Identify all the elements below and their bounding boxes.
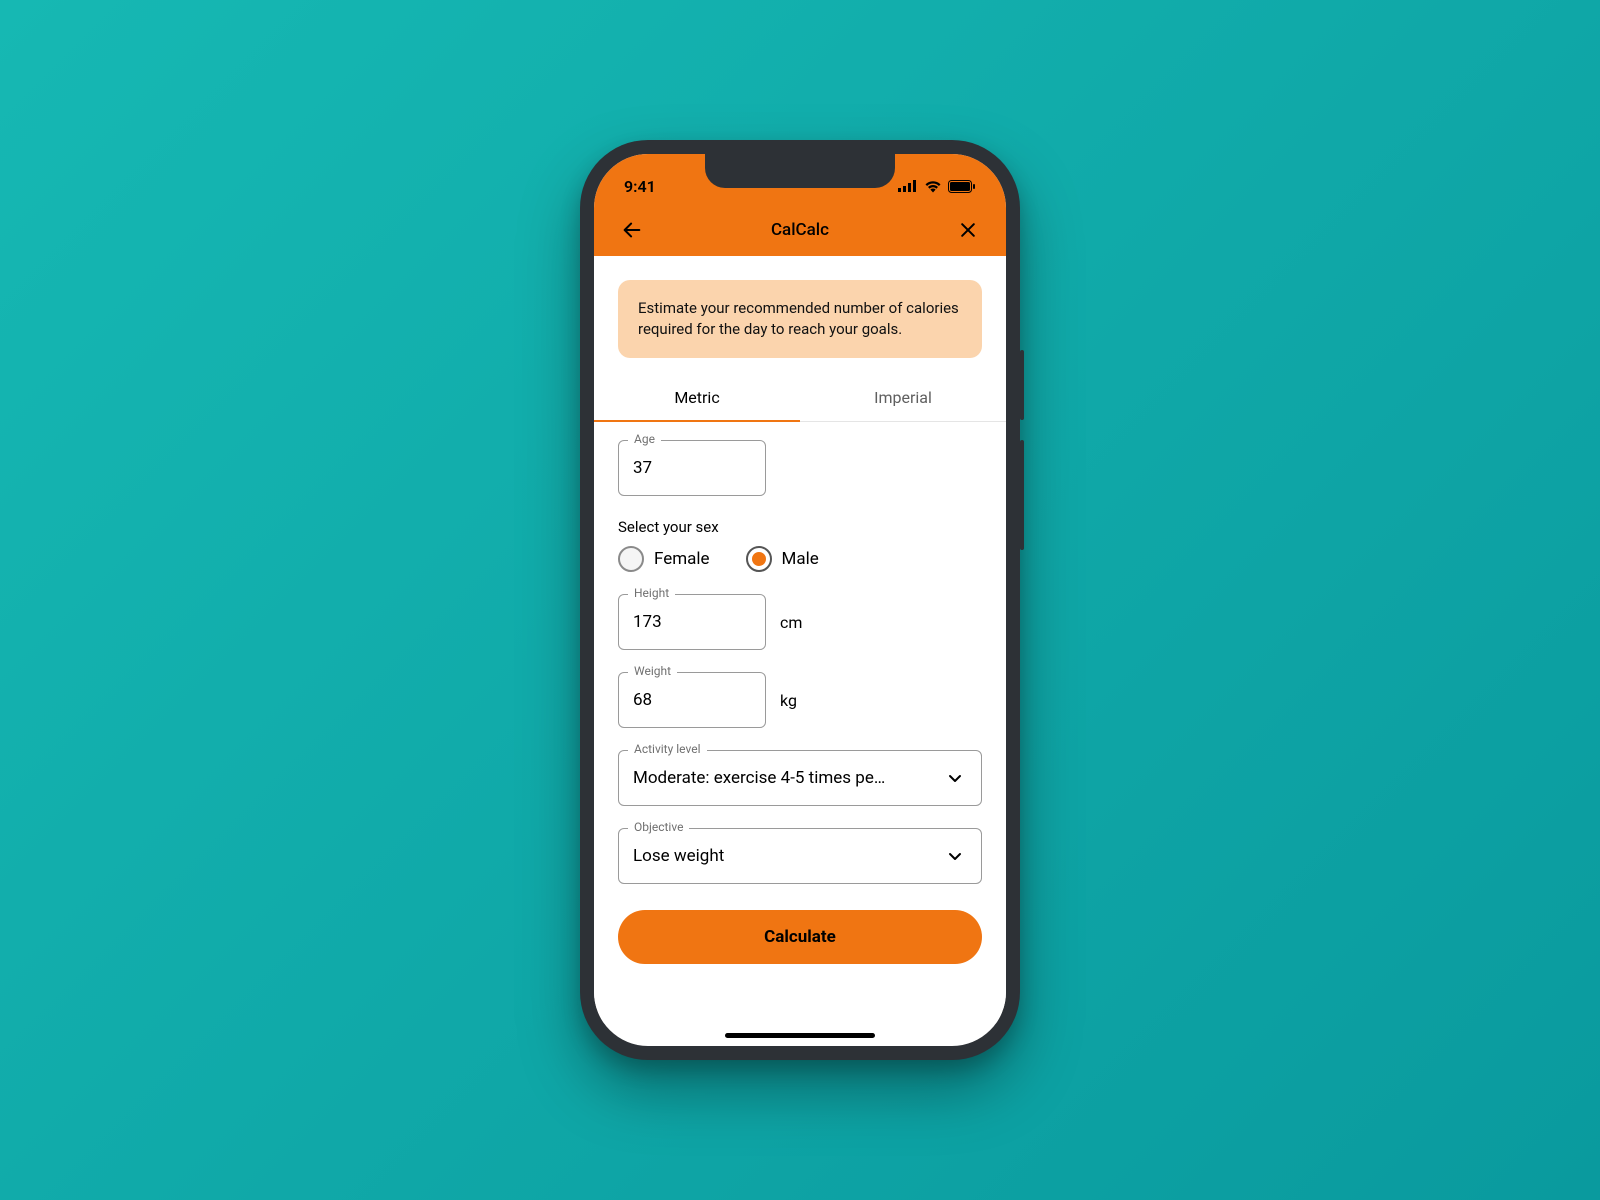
tab-imperial-label: Imperial (874, 388, 932, 407)
back-button[interactable] (618, 216, 646, 244)
weight-label: Weight (628, 664, 677, 678)
arrow-left-icon (621, 219, 643, 241)
age-input[interactable] (633, 458, 751, 478)
objective-field: Objective Lose weight (618, 828, 982, 884)
sex-radio-group: Female Male (618, 546, 982, 572)
nav-bar: CalCalc (594, 204, 1006, 256)
sex-male-option[interactable]: Male (746, 546, 819, 572)
tab-metric[interactable]: Metric (594, 374, 800, 421)
radio-icon (618, 546, 644, 572)
notch (705, 154, 895, 188)
weight-input[interactable] (633, 690, 751, 710)
height-unit: cm (780, 613, 802, 632)
activity-value: Moderate: exercise 4-5 times pe… (633, 768, 943, 788)
home-indicator[interactable] (725, 1033, 875, 1038)
screen: 9:41 (594, 154, 1006, 1046)
objective-label: Objective (628, 820, 689, 834)
nav-title: CalCalc (771, 220, 829, 240)
close-icon (958, 220, 978, 240)
objective-select[interactable]: Lose weight (618, 828, 982, 884)
chevron-down-icon (943, 766, 967, 790)
height-input[interactable] (633, 612, 751, 632)
activity-field: Activity level Moderate: exercise 4-5 ti… (618, 750, 982, 806)
calculate-button[interactable]: Calculate (618, 910, 982, 964)
battery-icon (948, 180, 976, 193)
info-text: Estimate your recommended number of calo… (638, 299, 959, 338)
wifi-icon (924, 180, 942, 193)
age-label: Age (628, 432, 661, 446)
activity-label: Activity level (628, 742, 707, 756)
chevron-down-icon (943, 844, 967, 868)
status-time: 9:41 (624, 177, 656, 196)
weight-unit: kg (780, 691, 797, 710)
radio-selected-icon (746, 546, 772, 572)
cellular-icon (898, 180, 918, 192)
tab-imperial[interactable]: Imperial (800, 374, 1006, 421)
height-label: Height (628, 586, 675, 600)
status-icons (898, 180, 976, 193)
sex-section-label: Select your sex (618, 518, 982, 536)
tab-metric-label: Metric (674, 388, 719, 407)
activity-select[interactable]: Moderate: exercise 4-5 times pe… (618, 750, 982, 806)
weight-field: Weight (618, 672, 766, 728)
sex-male-label: Male (782, 549, 819, 569)
close-button[interactable] (954, 216, 982, 244)
info-box: Estimate your recommended number of calo… (618, 280, 982, 358)
objective-value: Lose weight (633, 846, 943, 866)
content: Estimate your recommended number of calo… (594, 256, 1006, 1024)
height-field: Height (618, 594, 766, 650)
phone-frame: 9:41 (580, 140, 1020, 1060)
sex-female-label: Female (654, 549, 710, 569)
sex-female-option[interactable]: Female (618, 546, 710, 572)
calculate-label: Calculate (764, 927, 836, 947)
radio-dot (752, 552, 766, 566)
unit-tabs: Metric Imperial (594, 374, 1006, 422)
age-field: Age (618, 440, 766, 496)
